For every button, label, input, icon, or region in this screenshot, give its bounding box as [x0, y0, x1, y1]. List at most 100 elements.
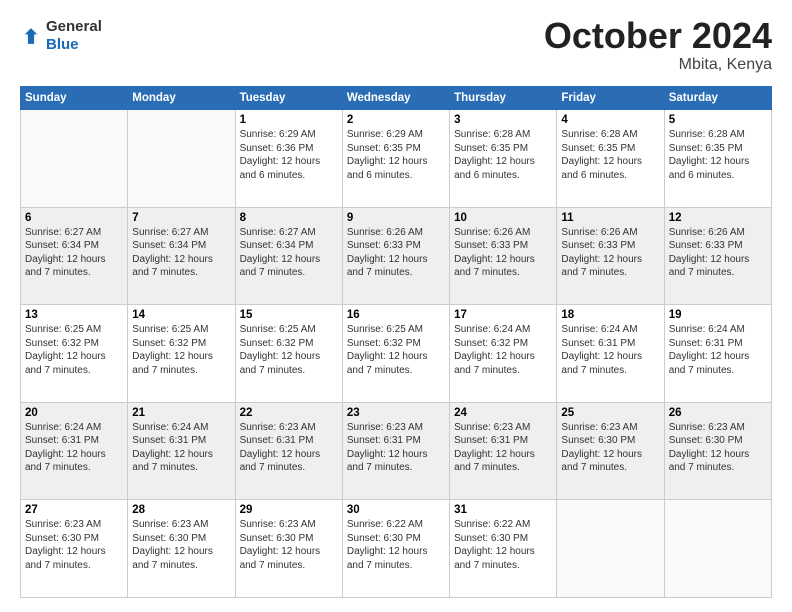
- logo: General Blue: [20, 18, 102, 54]
- header-wednesday: Wednesday: [342, 87, 449, 110]
- header-sunday: Sunday: [21, 87, 128, 110]
- day-info: Sunrise: 6:26 AMSunset: 6:33 PMDaylight:…: [347, 226, 445, 280]
- table-row: 13 Sunrise: 6:25 AMSunset: 6:32 PMDayligh…: [21, 305, 128, 403]
- day-number: 19: [669, 309, 767, 321]
- day-info: Sunrise: 6:23 AMSunset: 6:30 PMDaylight:…: [669, 421, 767, 475]
- table-row: 10Sunrise: 6:26 AMSunset: 6:33 PMDayligh…: [450, 207, 557, 305]
- day-number: 9: [347, 212, 445, 224]
- day-info: Sunrise: 6:22 AMSunset: 6:30 PMDaylight:…: [347, 518, 445, 572]
- day-info: Sunrise: 6:25 AMSunset: 6:32 PMDaylight:…: [132, 323, 230, 377]
- day-info: Sunrise: 6:29 AMSunset: 6:36 PMDaylight:…: [240, 128, 338, 182]
- day-info: Sunrise: 6:26 AMSunset: 6:33 PMDaylight:…: [561, 226, 659, 280]
- day-number: 7: [132, 212, 230, 224]
- day-info: Sunrise: 6:23 AMSunset: 6:31 PMDaylight:…: [240, 421, 338, 475]
- day-info: Sunrise: 6:23 AMSunset: 6:31 PMDaylight:…: [347, 421, 445, 475]
- table-row: 12 Sunrise: 6:26 AMSunset: 6:33 PMDayligh…: [664, 207, 771, 305]
- day-info: Sunrise: 6:27 AMSunset: 6:34 PMDaylight:…: [132, 226, 230, 280]
- table-row: [557, 500, 664, 598]
- day-number: 16: [347, 309, 445, 321]
- header-saturday: Saturday: [664, 87, 771, 110]
- day-info: Sunrise: 6:24 AMSunset: 6:31 PMDaylight:…: [669, 323, 767, 377]
- table-row: 2Sunrise: 6:29 AMSunset: 6:35 PMDaylight…: [342, 110, 449, 208]
- calendar-week-row: 27 Sunrise: 6:23 AMSunset: 6:30 PMDayligh…: [21, 500, 772, 598]
- day-number: 30: [347, 504, 445, 516]
- table-row: 1 Sunrise: 6:29 AMSunset: 6:36 PMDaylight…: [235, 110, 342, 208]
- day-number: 28: [132, 504, 230, 516]
- day-info: Sunrise: 6:23 AMSunset: 6:30 PMDaylight:…: [132, 518, 230, 572]
- day-number: 15: [240, 309, 338, 321]
- day-info: Sunrise: 6:28 AMSunset: 6:35 PMDaylight:…: [561, 128, 659, 182]
- day-number: 18: [561, 309, 659, 321]
- calendar-week-row: 13 Sunrise: 6:25 AMSunset: 6:32 PMDayligh…: [21, 305, 772, 403]
- table-row: [664, 500, 771, 598]
- table-row: 4 Sunrise: 6:28 AMSunset: 6:35 PMDaylight…: [557, 110, 664, 208]
- day-info: Sunrise: 6:25 AMSunset: 6:32 PMDaylight:…: [240, 323, 338, 377]
- logo-general-text: General: [46, 18, 102, 35]
- day-info: Sunrise: 6:27 AMSunset: 6:34 PMDaylight:…: [25, 226, 123, 280]
- day-info: Sunrise: 6:28 AMSunset: 6:35 PMDaylight:…: [669, 128, 767, 182]
- table-row: 8Sunrise: 6:27 AMSunset: 6:34 PMDaylight…: [235, 207, 342, 305]
- day-number: 11: [561, 212, 659, 224]
- day-info: Sunrise: 6:22 AMSunset: 6:30 PMDaylight:…: [454, 518, 552, 572]
- calendar-week-row: 20Sunrise: 6:24 AMSunset: 6:31 PMDayligh…: [21, 402, 772, 500]
- day-number: 12: [669, 212, 767, 224]
- day-info: Sunrise: 6:23 AMSunset: 6:30 PMDaylight:…: [25, 518, 123, 572]
- day-number: 3: [454, 114, 552, 126]
- header-thursday: Thursday: [450, 87, 557, 110]
- header-tuesday: Tuesday: [235, 87, 342, 110]
- day-number: 6: [25, 212, 123, 224]
- day-info: Sunrise: 6:25 AMSunset: 6:32 PMDaylight:…: [25, 323, 123, 377]
- header-monday: Monday: [128, 87, 235, 110]
- table-row: 30 Sunrise: 6:22 AMSunset: 6:30 PMDayligh…: [342, 500, 449, 598]
- day-number: 29: [240, 504, 338, 516]
- calendar-week-row: 6 Sunrise: 6:27 AMSunset: 6:34 PMDaylight…: [21, 207, 772, 305]
- table-row: [21, 110, 128, 208]
- calendar-week-row: 1 Sunrise: 6:29 AMSunset: 6:36 PMDaylight…: [21, 110, 772, 208]
- table-row: 29 Sunrise: 6:23 AMSunset: 6:30 PMDayligh…: [235, 500, 342, 598]
- table-row: 16 Sunrise: 6:25 AMSunset: 6:32 PMDayligh…: [342, 305, 449, 403]
- table-row: 22 Sunrise: 6:23 AMSunset: 6:31 PMDayligh…: [235, 402, 342, 500]
- table-row: 5 Sunrise: 6:28 AMSunset: 6:35 PMDaylight…: [664, 110, 771, 208]
- day-info: Sunrise: 6:23 AMSunset: 6:30 PMDaylight:…: [561, 421, 659, 475]
- day-number: 27: [25, 504, 123, 516]
- day-number: 31: [454, 504, 552, 516]
- title-block: October 2024 Mbita, Kenya: [544, 18, 772, 74]
- table-row: 19 Sunrise: 6:24 AMSunset: 6:31 PMDayligh…: [664, 305, 771, 403]
- table-row: 20Sunrise: 6:24 AMSunset: 6:31 PMDayligh…: [21, 402, 128, 500]
- calendar-page: General Blue October 2024 Mbita, Kenya S…: [0, 0, 792, 612]
- day-number: 13: [25, 309, 123, 321]
- table-row: 15 Sunrise: 6:25 AMSunset: 6:32 PMDayligh…: [235, 305, 342, 403]
- table-row: 21Sunrise: 6:24 AMSunset: 6:31 PMDayligh…: [128, 402, 235, 500]
- table-row: 6 Sunrise: 6:27 AMSunset: 6:34 PMDaylight…: [21, 207, 128, 305]
- table-row: 31 Sunrise: 6:22 AMSunset: 6:30 PMDayligh…: [450, 500, 557, 598]
- table-row: 14Sunrise: 6:25 AMSunset: 6:32 PMDayligh…: [128, 305, 235, 403]
- table-row: 18 Sunrise: 6:24 AMSunset: 6:31 PMDayligh…: [557, 305, 664, 403]
- day-number: 2: [347, 114, 445, 126]
- location: Mbita, Kenya: [544, 56, 772, 74]
- table-row: 24Sunrise: 6:23 AMSunset: 6:31 PMDayligh…: [450, 402, 557, 500]
- table-row: 17Sunrise: 6:24 AMSunset: 6:32 PMDayligh…: [450, 305, 557, 403]
- table-row: 23 Sunrise: 6:23 AMSunset: 6:31 PMDayligh…: [342, 402, 449, 500]
- table-row: 27 Sunrise: 6:23 AMSunset: 6:30 PMDayligh…: [21, 500, 128, 598]
- day-number: 25: [561, 407, 659, 419]
- day-number: 1: [240, 114, 338, 126]
- day-number: 22: [240, 407, 338, 419]
- table-row: 28 Sunrise: 6:23 AMSunset: 6:30 PMDayligh…: [128, 500, 235, 598]
- day-number: 26: [669, 407, 767, 419]
- day-info: Sunrise: 6:23 AMSunset: 6:30 PMDaylight:…: [240, 518, 338, 572]
- day-number: 5: [669, 114, 767, 126]
- header: General Blue October 2024 Mbita, Kenya: [20, 18, 772, 74]
- table-row: [128, 110, 235, 208]
- day-info: Sunrise: 6:24 AMSunset: 6:31 PMDaylight:…: [561, 323, 659, 377]
- month-title: October 2024: [544, 18, 772, 54]
- day-info: Sunrise: 6:27 AMSunset: 6:34 PMDaylight:…: [240, 226, 338, 280]
- day-info: Sunrise: 6:25 AMSunset: 6:32 PMDaylight:…: [347, 323, 445, 377]
- table-row: 3 Sunrise: 6:28 AMSunset: 6:35 PMDaylight…: [450, 110, 557, 208]
- day-number: 23: [347, 407, 445, 419]
- weekday-header-row: Sunday Monday Tuesday Wednesday Thursday…: [21, 87, 772, 110]
- day-number: 4: [561, 114, 659, 126]
- day-info: Sunrise: 6:28 AMSunset: 6:35 PMDaylight:…: [454, 128, 552, 182]
- day-number: 20: [25, 407, 123, 419]
- day-info: Sunrise: 6:26 AMSunset: 6:33 PMDaylight:…: [669, 226, 767, 280]
- table-row: 11 Sunrise: 6:26 AMSunset: 6:33 PMDayligh…: [557, 207, 664, 305]
